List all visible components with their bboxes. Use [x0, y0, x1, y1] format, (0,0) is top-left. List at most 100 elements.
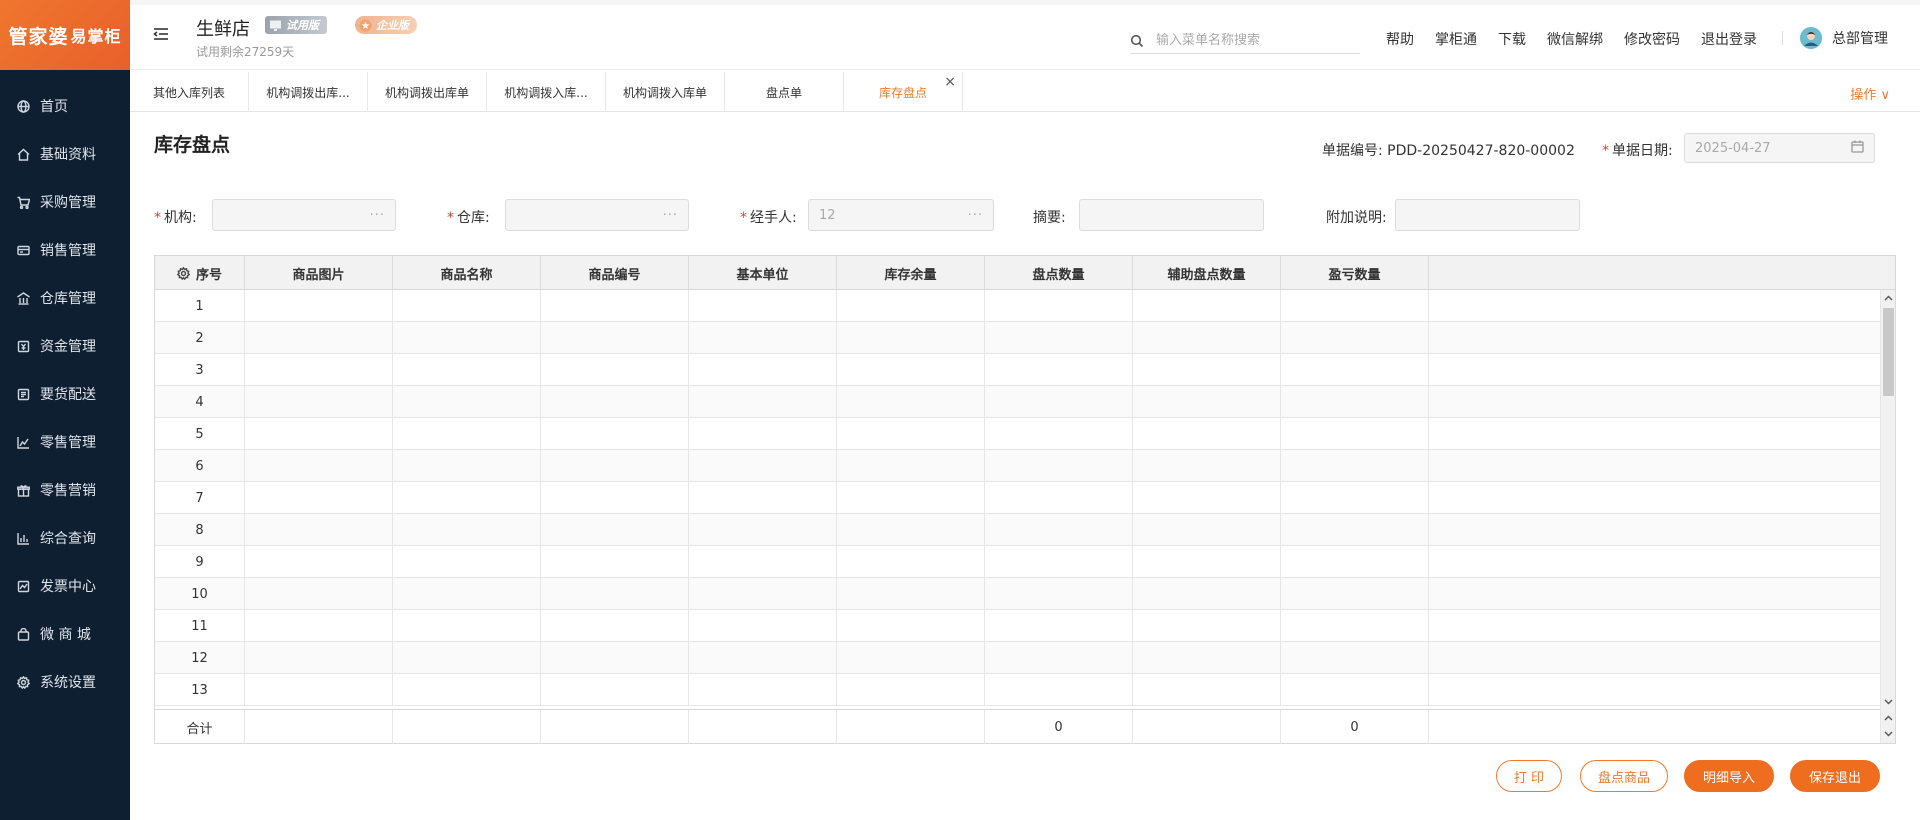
table-cell[interactable]: [1133, 642, 1281, 674]
top-link-4[interactable]: 修改密码: [1624, 29, 1680, 49]
table-cell[interactable]: [393, 610, 541, 642]
table-row[interactable]: 10: [155, 578, 1881, 610]
table-cell[interactable]: [245, 290, 393, 322]
table-cell[interactable]: [985, 450, 1133, 482]
table-cell[interactable]: [985, 386, 1133, 418]
table-cell[interactable]: [1133, 354, 1281, 386]
table-cell[interactable]: [245, 642, 393, 674]
table-cell[interactable]: [393, 514, 541, 546]
table-cell[interactable]: [245, 578, 393, 610]
table-cell[interactable]: [541, 418, 689, 450]
table-cell[interactable]: [245, 514, 393, 546]
table-cell[interactable]: [689, 290, 837, 322]
table-cell[interactable]: [541, 354, 689, 386]
table-row[interactable]: 9: [155, 546, 1881, 578]
table-cell[interactable]: [837, 674, 985, 706]
tab-4[interactable]: 机构调拨入库单: [606, 72, 725, 112]
table-cell[interactable]: [245, 450, 393, 482]
table-cell[interactable]: [541, 450, 689, 482]
table-cell[interactable]: [245, 674, 393, 706]
table-cell[interactable]: [689, 514, 837, 546]
sidebar-item-2[interactable]: 采购管理: [0, 178, 130, 226]
table-cell[interactable]: [1133, 322, 1281, 354]
sidebar-item-10[interactable]: 发票中心: [0, 562, 130, 610]
table-cell[interactable]: [985, 610, 1133, 642]
table-cell[interactable]: [1133, 450, 1281, 482]
tab-1[interactable]: 机构调拨出库...: [249, 72, 368, 112]
table-cell[interactable]: [1281, 418, 1429, 450]
table-cell[interactable]: [541, 322, 689, 354]
table-cell[interactable]: [689, 386, 837, 418]
summary-field[interactable]: [1079, 199, 1264, 231]
table-cell[interactable]: [837, 418, 985, 450]
table-cell[interactable]: [985, 482, 1133, 514]
more-icon[interactable]: ···: [370, 208, 385, 223]
table-cell[interactable]: [985, 322, 1133, 354]
sidebar-item-8[interactable]: 零售营销: [0, 466, 130, 514]
table-cell[interactable]: [541, 290, 689, 322]
table-cell[interactable]: [1133, 546, 1281, 578]
sidebar-item-9[interactable]: 综合查询: [0, 514, 130, 562]
close-icon[interactable]: ×: [944, 74, 956, 90]
table-cell[interactable]: [985, 578, 1133, 610]
print-button[interactable]: 打 印: [1496, 760, 1562, 792]
table-cell[interactable]: [837, 514, 985, 546]
operations-menu[interactable]: 操作 ∨: [1850, 84, 1890, 103]
table-cell[interactable]: [245, 322, 393, 354]
gear-icon[interactable]: [176, 266, 191, 280]
tab-5[interactable]: 盘点单: [725, 72, 844, 112]
table-cell[interactable]: [1281, 386, 1429, 418]
sidebar-item-4[interactable]: 仓库管理: [0, 274, 130, 322]
table-cell[interactable]: [393, 482, 541, 514]
scroll-down-icon[interactable]: [1883, 728, 1894, 740]
sidebar-item-12[interactable]: 系统设置: [0, 658, 130, 706]
table-row[interactable]: 4: [155, 386, 1881, 418]
table-cell[interactable]: [1281, 610, 1429, 642]
org-field[interactable]: ···: [212, 199, 396, 231]
sidebar-item-1[interactable]: 基础资料: [0, 130, 130, 178]
vertical-scrollbar[interactable]: [1880, 290, 1895, 710]
table-cell[interactable]: [1133, 578, 1281, 610]
calendar-icon[interactable]: [1851, 140, 1864, 157]
table-row[interactable]: 6: [155, 450, 1881, 482]
table-cell[interactable]: [245, 610, 393, 642]
table-cell[interactable]: [1133, 610, 1281, 642]
table-cell[interactable]: [245, 482, 393, 514]
table-cell[interactable]: [985, 546, 1133, 578]
tab-2[interactable]: 机构调拨出库单: [368, 72, 487, 112]
top-link-3[interactable]: 微信解绑: [1547, 29, 1603, 49]
user-name[interactable]: 总部管理: [1832, 28, 1888, 48]
table-cell[interactable]: [393, 418, 541, 450]
table-cell[interactable]: [985, 354, 1133, 386]
table-cell[interactable]: [689, 642, 837, 674]
sidebar-item-3[interactable]: 销售管理: [0, 226, 130, 274]
table-cell[interactable]: [1281, 482, 1429, 514]
top-link-1[interactable]: 掌柜通: [1435, 29, 1477, 49]
table-cell[interactable]: [393, 322, 541, 354]
scroll-up-icon[interactable]: [1883, 712, 1894, 724]
table-cell[interactable]: [837, 322, 985, 354]
table-cell[interactable]: [393, 354, 541, 386]
avatar[interactable]: [1800, 27, 1822, 49]
table-cell[interactable]: [1133, 514, 1281, 546]
table-cell[interactable]: [541, 674, 689, 706]
table-cell[interactable]: [541, 610, 689, 642]
search-icon[interactable]: [1130, 34, 1144, 48]
table-cell[interactable]: [1133, 674, 1281, 706]
table-cell[interactable]: [837, 290, 985, 322]
table-cell[interactable]: [689, 578, 837, 610]
table-row[interactable]: 5: [155, 418, 1881, 450]
table-cell[interactable]: [689, 450, 837, 482]
tab-0[interactable]: 其他入库列表: [130, 72, 249, 112]
table-cell[interactable]: [837, 354, 985, 386]
table-row[interactable]: 2: [155, 322, 1881, 354]
table-cell[interactable]: [689, 418, 837, 450]
table-cell[interactable]: [1133, 482, 1281, 514]
sidebar-item-6[interactable]: 要货配送: [0, 370, 130, 418]
table-cell[interactable]: [689, 322, 837, 354]
table-row[interactable]: 1: [155, 290, 1881, 322]
table-cell[interactable]: [393, 290, 541, 322]
warehouse-field[interactable]: ···: [505, 199, 689, 231]
table-cell[interactable]: [985, 642, 1133, 674]
table-row[interactable]: 8: [155, 514, 1881, 546]
